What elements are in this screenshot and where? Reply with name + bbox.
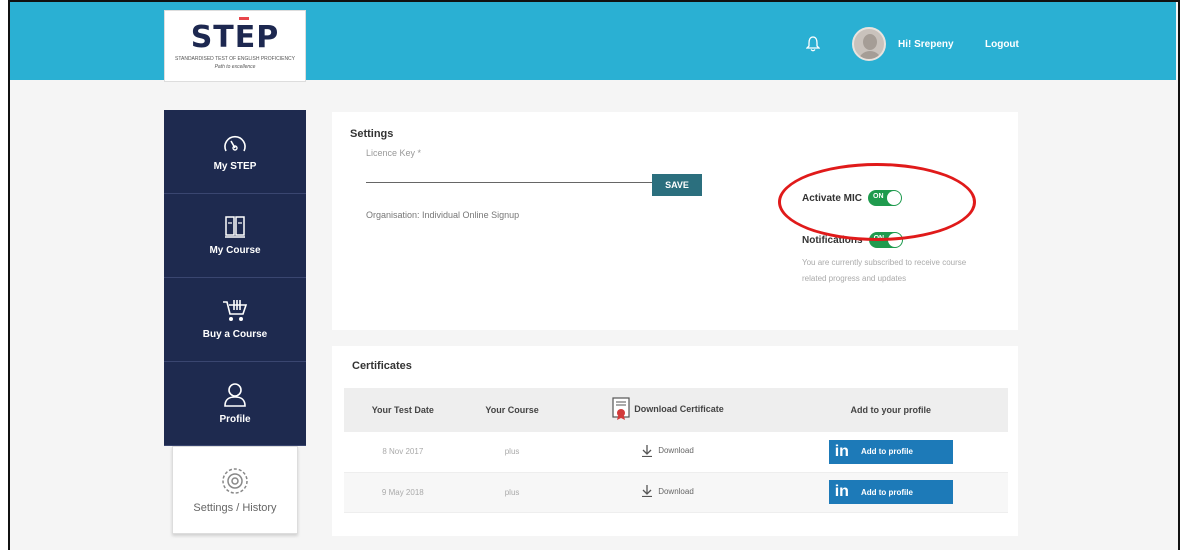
organisation-text: Organisation: Individual Online Signup <box>366 210 520 220</box>
add-to-profile-button[interactable]: in Add to profile <box>828 439 953 464</box>
toggle-state: ON <box>873 193 884 200</box>
test-date-cell: 8 Nov 2017 <box>344 432 462 473</box>
column-header-label: Download Certificate <box>634 404 724 414</box>
sidebar-item-label: My Course <box>209 245 261 256</box>
download-icon <box>642 444 653 457</box>
bell-icon[interactable] <box>806 36 820 52</box>
notifications-label: Notifications <box>802 234 863 246</box>
certificates-table: Your Test Date Your Course Download Cert… <box>344 388 1008 513</box>
licence-key-input[interactable] <box>366 182 652 183</box>
linkedin-cell: in Add to profile <box>773 432 1008 473</box>
toggle-knob <box>887 191 902 205</box>
activate-mic-label: Activate MIC <box>802 192 863 204</box>
save-button[interactable]: SAVE <box>652 174 702 196</box>
notifications-description: You are currently subscribed to receive … <box>802 258 967 283</box>
certificates-card: Certificates Your Test Date Your Course <box>332 346 1018 536</box>
linkedin-icon: in <box>834 483 849 500</box>
sidebar-item-label: My STEP <box>213 161 257 172</box>
toggle-state: ON <box>873 235 885 242</box>
download-icon <box>642 485 653 497</box>
notifications-row: Notifications ON <box>802 232 903 248</box>
linkedin-cell: in Add to profile <box>773 472 1008 513</box>
sidebar-item-label: Settings / History <box>193 502 277 514</box>
table-row: 9 May 2018 plus Download in Add to profi… <box>344 472 1008 513</box>
step-logo[interactable]: STEP STANDARDISED TEST OF ENGLISH PROFIC… <box>164 10 306 82</box>
sidebar-item-my-course[interactable]: My Course <box>164 194 306 278</box>
licence-key-label: Licence Key * <box>366 148 422 158</box>
download-cell: Download <box>562 472 774 513</box>
gauge-icon <box>224 135 246 152</box>
download-link[interactable]: Download <box>642 485 694 497</box>
sidebar-item-my-step[interactable]: My STEP <box>164 110 306 194</box>
sidebar-item-buy-course[interactable]: Buy a Course <box>164 278 306 362</box>
test-date-cell: 9 May 2018 <box>344 472 462 513</box>
column-header: Your Course <box>461 388 563 432</box>
notifications-toggle[interactable]: ON <box>868 232 903 248</box>
download-cell: Download <box>562 432 774 473</box>
add-to-profile-label: Add to profile <box>860 487 913 497</box>
settings-card: Settings Licence Key * SAVE Organisation… <box>332 112 1018 330</box>
column-header: Download Certificate <box>562 388 774 432</box>
cart-icon <box>223 300 248 321</box>
activate-mic-row: Activate MIC ON <box>802 190 903 206</box>
settings-title: Settings <box>350 128 394 140</box>
download-link[interactable]: Download <box>642 444 694 457</box>
download-label: Download <box>658 446 694 456</box>
user-greeting[interactable]: Hi! Srepeny <box>898 39 954 50</box>
course-cell: plus <box>461 432 563 473</box>
settings-icon <box>222 468 248 494</box>
column-header: Add to your profile <box>773 388 1008 432</box>
linkedin-icon: in <box>834 442 849 460</box>
table-row: 8 Nov 2017 plus Download in Add to profi… <box>344 432 1008 473</box>
toggle-knob <box>887 233 902 247</box>
add-to-profile-button[interactable]: in Add to profile <box>828 480 953 504</box>
activate-mic-toggle[interactable]: ON <box>868 190 903 206</box>
book-icon <box>225 216 245 238</box>
user-icon <box>224 383 246 407</box>
table-header-row: Your Test Date Your Course Download Cert… <box>344 388 1008 432</box>
sidebar-item-label: Profile <box>219 414 251 425</box>
sidebar-item-label: Buy a Course <box>202 329 268 340</box>
course-cell: plus <box>461 472 563 513</box>
logo-tagline: STANDARDISED TEST OF ENGLISH PROFICIENCY <box>174 55 296 62</box>
column-header: Your Test Date <box>344 388 462 432</box>
sidebar-item-profile[interactable]: Profile <box>164 362 306 446</box>
logo-wordmark: STEP <box>190 19 280 55</box>
logout-link[interactable]: Logout <box>985 39 1019 50</box>
logo-tagline-2: Path to excellence <box>214 63 256 70</box>
certificates-title: Certificates <box>352 360 412 372</box>
certificate-icon <box>612 397 630 420</box>
download-label: Download <box>658 486 694 496</box>
add-to-profile-label: Add to profile <box>860 447 913 457</box>
avatar[interactable] <box>852 27 886 61</box>
sidebar-item-settings-history[interactable]: Settings / History <box>172 446 298 534</box>
sidebar: My STEP My Course Buy a Course Profile S… <box>164 110 306 534</box>
